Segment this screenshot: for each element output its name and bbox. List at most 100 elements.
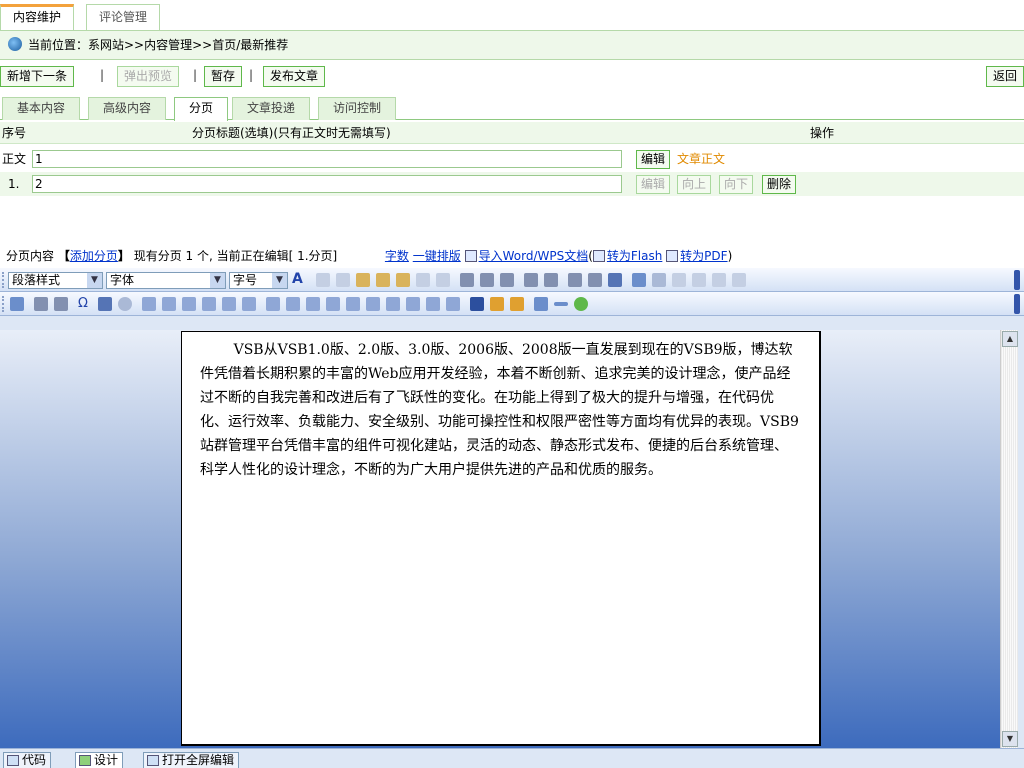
- insert-row-above-icon[interactable]: [202, 297, 216, 311]
- popup-preview-button[interactable]: 弹出预览: [117, 66, 180, 87]
- add-icon[interactable]: [534, 297, 548, 311]
- indent-icon[interactable]: [588, 273, 602, 287]
- align-right-icon[interactable]: [500, 273, 514, 287]
- one-key-format-link[interactable]: 一键排版: [413, 249, 461, 263]
- tab-basic-content[interactable]: 基本内容: [2, 97, 81, 120]
- merge-cells-icon[interactable]: [326, 297, 340, 311]
- tab-article-delivery[interactable]: 文章投递: [232, 97, 311, 120]
- insert-col-right-icon[interactable]: [286, 297, 300, 311]
- select-icon[interactable]: [416, 273, 430, 287]
- outdent-icon[interactable]: [568, 273, 582, 287]
- add-next-button[interactable]: 新增下一条: [0, 66, 75, 87]
- editor-scrollbar[interactable]: ▲ ▼: [1000, 330, 1018, 748]
- cell-props-icon[interactable]: [182, 297, 196, 311]
- word-count-link[interactable]: 字数: [385, 249, 409, 263]
- unordered-list-icon[interactable]: [544, 273, 558, 287]
- chevron-down-icon: ▼: [272, 273, 287, 288]
- split-cells-icon[interactable]: [346, 297, 360, 311]
- format-icon[interactable]: [608, 273, 622, 287]
- code-mode-button[interactable]: 代码: [3, 752, 52, 768]
- omega-icon[interactable]: Ω: [78, 297, 92, 311]
- align-left-icon[interactable]: [460, 273, 474, 287]
- font-select[interactable]: 字体 ▼: [106, 272, 226, 289]
- delete-row-icon[interactable]: [242, 297, 256, 311]
- move-down-button[interactable]: 向下: [719, 175, 754, 194]
- form-icon[interactable]: [470, 297, 484, 311]
- editor-document[interactable]: VSB从VSB1.0版、2.0版、3.0版、2006版、2008版一直发展到现在…: [181, 331, 821, 746]
- split-row-icon[interactable]: [366, 297, 380, 311]
- copy-icon[interactable]: [336, 273, 350, 287]
- merge-right-icon[interactable]: [406, 297, 420, 311]
- save-draft-button[interactable]: 暂存: [204, 66, 243, 87]
- paste-word-icon[interactable]: [396, 273, 410, 287]
- header-title: 分页标题(选填)(只有正文时无需填写): [192, 126, 391, 140]
- tab-comment-management[interactable]: 评论管理: [86, 4, 161, 30]
- tab-content-maintenance[interactable]: 内容维护: [0, 4, 75, 30]
- tab-advanced-content[interactable]: 高级内容: [88, 97, 167, 120]
- split-col-icon[interactable]: [386, 297, 400, 311]
- date-icon[interactable]: [98, 297, 112, 311]
- edit-button[interactable]: 编辑: [636, 150, 671, 169]
- merge-down-icon[interactable]: [426, 297, 440, 311]
- eraser-icon[interactable]: [436, 273, 450, 287]
- toolbar-grip[interactable]: [2, 296, 5, 312]
- toolbar-endcap: [1014, 294, 1020, 314]
- edit-button[interactable]: 编辑: [636, 175, 671, 194]
- layer-front-icon[interactable]: [510, 297, 524, 311]
- fullscreen-button[interactable]: 打开全屏编辑: [143, 752, 240, 768]
- font-color-icon[interactable]: A: [292, 272, 306, 287]
- spacing-icon[interactable]: [54, 297, 68, 311]
- paste-text-icon[interactable]: [376, 273, 390, 287]
- insert-col-left-icon[interactable]: [266, 297, 280, 311]
- tab-access-control[interactable]: 访问控制: [318, 97, 397, 120]
- article-body-label: 文章正文: [677, 152, 726, 166]
- scroll-up-icon[interactable]: ▲: [1002, 331, 1018, 347]
- action-bar: 新增下一条 | 弹出预览 | 暂存 | 发布文章 返回: [0, 66, 1024, 90]
- align-center-icon[interactable]: [480, 273, 494, 287]
- paragraph-style-select[interactable]: 段落样式 ▼: [8, 272, 103, 289]
- grid-icon[interactable]: [446, 297, 460, 311]
- image-icon[interactable]: [632, 273, 646, 287]
- font-size-select[interactable]: 字号 ▼: [229, 272, 288, 289]
- header-ops: 操作: [810, 126, 835, 140]
- page-title-input[interactable]: [32, 150, 622, 168]
- import-word-link[interactable]: 导入Word/WPS文档: [479, 249, 589, 263]
- toolbar-grip[interactable]: [2, 272, 5, 288]
- publish-button[interactable]: 发布文章: [263, 66, 326, 87]
- back-button[interactable]: 返回: [986, 66, 1024, 87]
- convert-pdf-link[interactable]: 转为PDF: [680, 249, 727, 263]
- source-icon[interactable]: [10, 297, 24, 311]
- design-mode-button[interactable]: 设计: [75, 752, 124, 768]
- unlink-icon[interactable]: [712, 273, 726, 287]
- move-up-button[interactable]: 向上: [677, 175, 712, 194]
- table-icon[interactable]: [142, 297, 156, 311]
- line-height-icon[interactable]: [34, 297, 48, 311]
- fullscreen-icon: [147, 755, 159, 766]
- scroll-down-icon[interactable]: ▼: [1002, 731, 1018, 747]
- editor-toolbar-2: Ω: [0, 292, 1024, 316]
- convert-flash-link[interactable]: 转为Flash: [607, 249, 662, 263]
- toolbar-endcap: [1014, 270, 1020, 290]
- row-seq: 正文: [2, 152, 27, 166]
- paste-icon[interactable]: [356, 273, 370, 287]
- link-icon[interactable]: [692, 273, 706, 287]
- emoticon-icon[interactable]: [672, 273, 686, 287]
- tab-paging[interactable]: 分页: [174, 97, 229, 121]
- delete-col-icon[interactable]: [306, 297, 320, 311]
- flash-insert-icon[interactable]: [652, 273, 666, 287]
- insert-row-below-icon[interactable]: [222, 297, 236, 311]
- add-page-link[interactable]: 添加分页: [70, 249, 118, 263]
- cut-icon[interactable]: [316, 273, 330, 287]
- top-tabs: 内容维护 评论管理: [0, 0, 1024, 30]
- delete-button[interactable]: 删除: [762, 175, 797, 194]
- page-content-label: 分页内容: [6, 249, 55, 263]
- ordered-list-icon[interactable]: [524, 273, 538, 287]
- chevron-down-icon: ▼: [210, 273, 225, 288]
- page-title-input[interactable]: [32, 175, 622, 193]
- clock-icon[interactable]: [118, 297, 132, 311]
- table-props-icon[interactable]: [162, 297, 176, 311]
- horizontal-rule-icon[interactable]: [554, 302, 568, 306]
- special-char-icon[interactable]: [732, 273, 746, 287]
- layer-icon[interactable]: [490, 297, 504, 311]
- globe-icon[interactable]: [574, 297, 588, 311]
